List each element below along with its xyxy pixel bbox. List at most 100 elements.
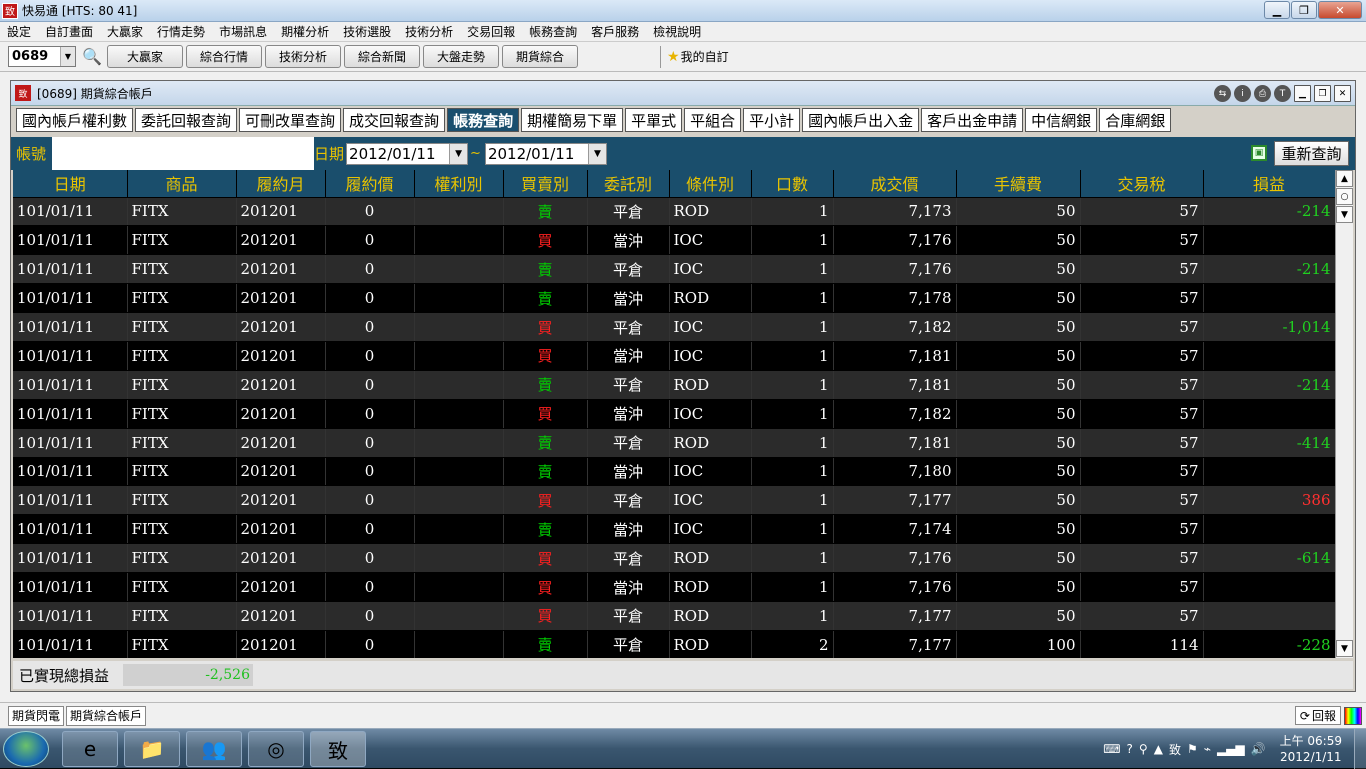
tab-1[interactable]: 委託回報查詢: [135, 108, 238, 132]
window-tab-futures-flash[interactable]: 期貨閃電: [8, 705, 65, 726]
menu-item[interactable]: 技術選股: [336, 23, 398, 40]
minimize-button[interactable]: ▁: [1264, 1, 1290, 19]
date-to-picker[interactable]: 2012/01/11 ▼: [484, 142, 607, 165]
column-header[interactable]: 買賣別: [503, 170, 588, 198]
table-row[interactable]: 101/01/11 FITX 201201 0 賣平倉 ROD 1 7,173 50 57 -214: [13, 197, 1335, 227]
show-desktop-button[interactable]: [1354, 729, 1366, 769]
stock-code-combo[interactable]: 0689 ▼: [8, 46, 76, 67]
table-row[interactable]: 101/01/11 FITX 201201 0 買當沖 IOC 1 7,181 50 57: [13, 341, 1335, 371]
column-header[interactable]: 權利別: [414, 170, 504, 198]
restore-button[interactable]: ❐: [1314, 85, 1331, 102]
flag-icon[interactable]: ⚑: [1187, 742, 1198, 756]
column-header[interactable]: 口數: [751, 170, 834, 198]
table-row[interactable]: 101/01/11 FITX 201201 0 賣平倉 ROD 1 7,181 50 57 -414: [13, 428, 1335, 458]
menu-item[interactable]: 帳務查詢: [522, 23, 584, 40]
tab-6[interactable]: 平單式: [625, 108, 683, 132]
chevron-down-icon[interactable]: ▼: [449, 143, 468, 164]
start-button[interactable]: [3, 731, 49, 767]
maximize-button[interactable]: ❐: [1291, 1, 1317, 19]
search-icon[interactable]: 🔍: [80, 45, 104, 69]
table-row[interactable]: 101/01/11 FITX 201201 0 買平倉 ROD 1 7,176 50 57 -614: [13, 543, 1335, 574]
menu-item[interactable]: 交易回報: [460, 23, 522, 40]
column-header[interactable]: 損益: [1203, 170, 1335, 198]
column-header[interactable]: 委託別: [587, 170, 670, 198]
menu-item[interactable]: 客戶服務: [584, 23, 646, 40]
table-row[interactable]: 101/01/11 FITX 201201 0 買當沖 ROD 1 7,176 50 57: [13, 572, 1335, 602]
menu-item[interactable]: 市場訊息: [212, 23, 274, 40]
chevron-down-icon[interactable]: ▼: [587, 143, 606, 164]
date-from-picker[interactable]: 2012/01/11 ▼: [346, 142, 469, 165]
signal-icon[interactable]: ▂▄▆: [1217, 742, 1245, 756]
column-header[interactable]: 商品: [127, 170, 237, 198]
scroll-center-icon[interactable]: ○: [1336, 188, 1353, 205]
table-row[interactable]: 101/01/11 FITX 201201 0 買當沖 IOC 1 7,182 50 57: [13, 399, 1335, 429]
column-header[interactable]: 履約價: [325, 170, 415, 198]
ie-icon[interactable]: e: [62, 731, 118, 767]
report-button[interactable]: ⟳ 回報: [1294, 706, 1341, 725]
keyboard-icon[interactable]: ⌨: [1103, 742, 1120, 756]
toolbar-button[interactable]: 綜合新聞: [344, 45, 420, 68]
tab-9[interactable]: 國內帳戶出入金: [802, 108, 920, 132]
volume-icon[interactable]: 🔊: [1251, 742, 1266, 756]
minimize-button[interactable]: ▁: [1294, 85, 1311, 102]
toolbar-button[interactable]: 大贏家: [107, 45, 183, 68]
tab-3[interactable]: 成交回報查詢: [343, 108, 446, 132]
table-row[interactable]: 101/01/11 FITX 201201 0 買平倉 ROD 1 7,177 50 57: [13, 601, 1335, 631]
explorer-icon[interactable]: 📁: [124, 731, 180, 767]
table-row[interactable]: 101/01/11 FITX 201201 0 賣平倉 ROD 1 7,181 50 57 -214: [13, 370, 1335, 400]
scroll-top-icon[interactable]: ▲: [1336, 170, 1353, 187]
tab-11[interactable]: 中信網銀: [1025, 108, 1098, 132]
table-row[interactable]: 101/01/11 FITX 201201 0 買平倉 IOC 1 7,177 50 57 386: [13, 485, 1335, 516]
usb-icon[interactable]: ⌁: [1204, 742, 1211, 756]
table-row[interactable]: 101/01/11 FITX 201201 0 賣當沖 IOC 1 7,180 50 57: [13, 457, 1335, 487]
pin-icon[interactable]: T: [1274, 85, 1291, 102]
link-icon[interactable]: ⇆: [1214, 85, 1231, 102]
menu-item[interactable]: 自訂畫面: [38, 23, 100, 40]
favorites-button[interactable]: ★ 我的自訂: [667, 48, 729, 65]
tab-2[interactable]: 可刪改單查詢: [239, 108, 342, 132]
trading-app-icon[interactable]: 致: [310, 731, 366, 767]
toolbar-button[interactable]: 技術分析: [265, 45, 341, 68]
table-row[interactable]: 101/01/11 FITX 201201 0 賣平倉 IOC 1 7,176 50 57 -214: [13, 254, 1335, 285]
help-icon[interactable]: ?: [1127, 742, 1133, 756]
account-field[interactable]: [52, 137, 315, 170]
show-hidden-icon[interactable]: ▲: [1154, 742, 1163, 756]
table-row[interactable]: 101/01/11 FITX 201201 0 賣當沖 ROD 1 7,178 50 57: [13, 283, 1335, 314]
tab-12[interactable]: 合庫網銀: [1099, 108, 1172, 132]
export-icon[interactable]: ▣: [1251, 145, 1267, 161]
table-row[interactable]: 101/01/11 FITX 201201 0 賣平倉 ROD 2 7,177 100 114 -2…: [13, 630, 1335, 658]
column-header[interactable]: 手續費: [956, 170, 1081, 198]
chevron-down-icon[interactable]: ▼: [1336, 640, 1353, 657]
tab-5[interactable]: 期權簡易下單: [521, 108, 624, 132]
requery-button[interactable]: 重新查詢: [1274, 141, 1349, 166]
close-button[interactable]: ✕: [1318, 1, 1362, 19]
scroll-down-icon[interactable]: ▼: [1336, 206, 1353, 223]
table-row[interactable]: 101/01/11 FITX 201201 0 買平倉 IOC 1 7,182 50 57 -1,0…: [13, 312, 1335, 342]
tab-7[interactable]: 平組合: [684, 108, 742, 132]
messenger-icon[interactable]: 👥: [186, 731, 242, 767]
close-button[interactable]: ✕: [1334, 85, 1351, 102]
window-tab-futures-account[interactable]: 期貨綜合帳戶: [66, 705, 147, 726]
toolbar-button[interactable]: 大盤走勢: [423, 45, 499, 68]
toolbar-button[interactable]: 綜合行情: [186, 45, 262, 68]
toolbar-button[interactable]: 期貨綜合: [502, 45, 578, 68]
network-icon[interactable]: ⚲: [1139, 742, 1148, 756]
tab-0[interactable]: 國內帳戶權利數: [16, 108, 134, 132]
column-header[interactable]: 條件別: [669, 170, 752, 198]
menu-item[interactable]: 技術分析: [398, 23, 460, 40]
column-header[interactable]: 日期: [13, 170, 128, 198]
zen-app-icon[interactable]: ◎: [248, 731, 304, 767]
menu-item[interactable]: 期權分析: [274, 23, 336, 40]
vertical-scrollbar[interactable]: ▲ ○ ▼ ▼: [1335, 170, 1353, 658]
info-icon[interactable]: i: [1234, 85, 1251, 102]
menu-item[interactable]: 設定: [0, 23, 38, 40]
menu-item[interactable]: 行情走勢: [150, 23, 212, 40]
menu-item[interactable]: 大贏家: [100, 23, 150, 40]
chevron-down-icon[interactable]: ▼: [60, 47, 75, 66]
print-icon[interactable]: ⎙: [1254, 85, 1271, 102]
column-header[interactable]: 成交價: [833, 170, 957, 198]
column-header[interactable]: 交易稅: [1080, 170, 1204, 198]
table-row[interactable]: 101/01/11 FITX 201201 0 賣當沖 IOC 1 7,174 50 57: [13, 514, 1335, 545]
tab-8[interactable]: 平小計: [743, 108, 801, 132]
menu-item[interactable]: 檢視說明: [646, 23, 708, 40]
